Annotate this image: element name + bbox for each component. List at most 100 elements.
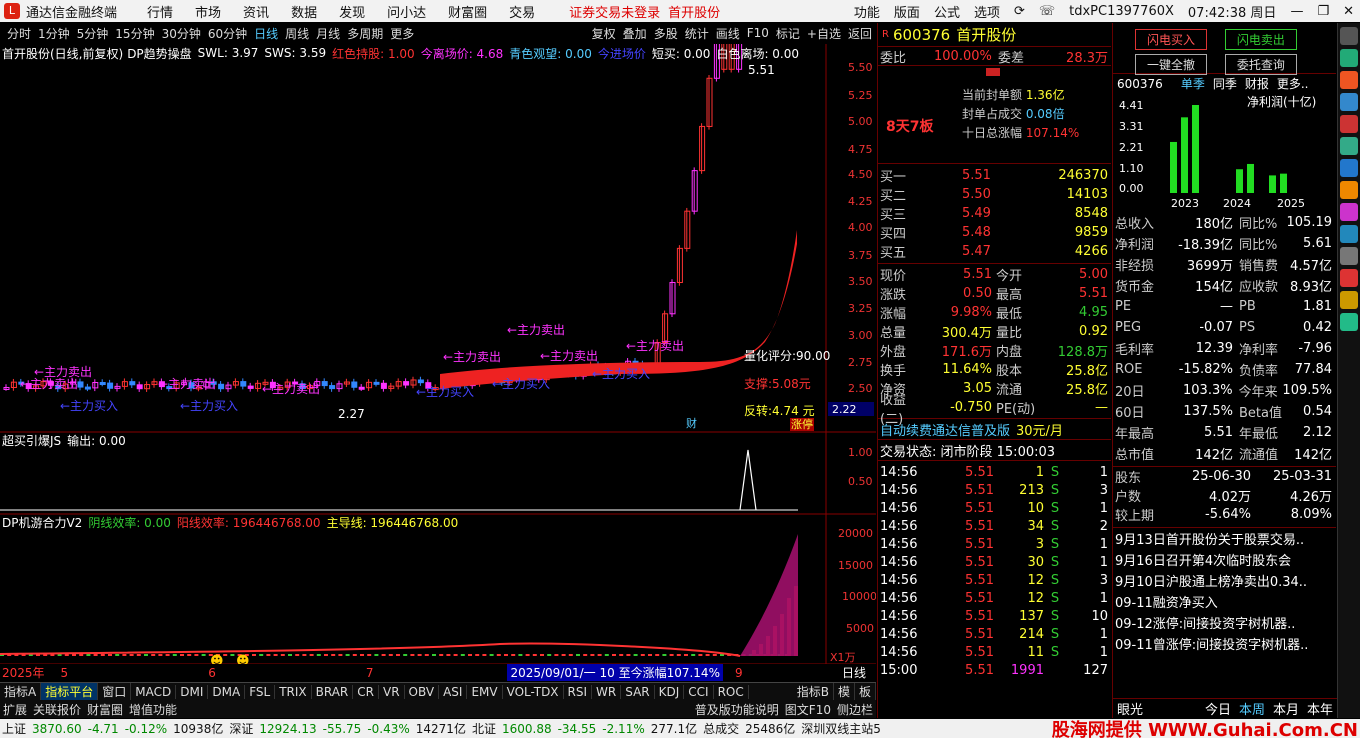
close-icon[interactable]: ✕ [1343,4,1354,19]
tool-huaxian[interactable]: 画线 [716,25,740,42]
tab-rsi[interactable]: RSI [564,684,593,699]
tool-icon[interactable] [1340,247,1358,265]
refresh-icon[interactable]: ⟳ [1014,4,1025,19]
news-item[interactable]: 9月10日沪股通上榜净卖出0.34.. [1113,570,1336,591]
tool-icon[interactable] [1340,27,1358,45]
tab-sidebar[interactable]: 侧边栏 [834,701,876,718]
tool-f10[interactable]: F10 [747,26,769,40]
menu-caifuquan[interactable]: 财富圈 [448,2,487,21]
restore-icon[interactable]: ❐ [1317,4,1329,19]
tab-ban[interactable]: 板 [855,683,876,700]
menu-hangqing[interactable]: 行情 [147,2,173,21]
tab-macd[interactable]: MACD [131,684,177,699]
period-daily[interactable]: 日线 [254,25,278,42]
menu-zixun[interactable]: 资讯 [243,2,269,21]
fin-tab-report[interactable]: 财报 [1245,75,1269,92]
tab-dmi[interactable]: DMI [176,684,209,699]
tab-brar[interactable]: BRAR [312,684,354,699]
fin-tab-quarter[interactable]: 单季 [1181,75,1205,92]
flash-buy-button[interactable]: 闪电买入 [1135,29,1207,50]
tab-wr[interactable]: WR [592,684,622,699]
tool-zixuan[interactable]: +自选 [807,25,841,42]
tab-asi[interactable]: ASI [439,684,468,699]
login-warning[interactable]: 证券交易未登录 [569,2,660,21]
server-name[interactable]: 深圳双线主站5 [801,720,881,737]
fin-tab-same[interactable]: 同季 [1213,75,1237,92]
period-30min[interactable]: 30分钟 [162,25,201,42]
flash-sell-button[interactable]: 闪电卖出 [1224,29,1297,50]
tool-tongji[interactable]: 统计 [685,25,709,42]
period-weekly[interactable]: 周线 [285,25,309,42]
tab-trix[interactable]: TRIX [275,684,312,699]
ind1-title[interactable]: 超买引爆JS [2,432,61,449]
tab-guide[interactable]: 普及版功能说明 [692,701,782,718]
menu-shichang[interactable]: 市场 [195,2,221,21]
menu-gongshi[interactable]: 公式 [934,2,960,21]
tool-icon[interactable] [1340,137,1358,155]
tool-icon[interactable] [1340,269,1358,287]
tab-indicator-a[interactable]: 指标A [0,683,42,700]
news-item[interactable]: 9月13日首开股份关于股票交易.. [1113,528,1336,549]
tab-emv[interactable]: EMV [467,684,503,699]
kline-chart[interactable]: 5.50 5.25 5.00 4.75 4.50 4.25 4.00 3.75 … [0,44,876,664]
news-title[interactable]: 09-12涨停:间接投资字树机器.. [1113,613,1295,632]
tool-icon[interactable] [1340,225,1358,243]
order-query-button[interactable]: 委托查询 [1224,54,1297,75]
tab-obv[interactable]: OBV [405,684,440,699]
bid-row[interactable]: 买二 5.50 14103 [878,185,1111,204]
tab-f10[interactable]: 图文F10 [782,701,834,718]
period-monthly[interactable]: 月线 [316,25,340,42]
period-5min[interactable]: 5分钟 [77,25,109,42]
period-15min[interactable]: 15分钟 [115,25,154,42]
minimize-icon[interactable]: — [1290,4,1303,19]
ad-row[interactable]: 自动续费通达信普及版 30元/月 [878,419,1111,440]
news-title[interactable]: 9月13日首开股份关于股票交易.. [1113,529,1304,548]
tab-cr[interactable]: CR [353,684,379,699]
menu-faxian[interactable]: 发现 [339,2,365,21]
tool-icon[interactable] [1340,71,1358,89]
period-more[interactable]: 更多 [390,25,414,42]
tool-icon[interactable] [1340,49,1358,67]
menu-wenxiaoda[interactable]: 问小达 [387,2,426,21]
tool-icon[interactable] [1340,313,1358,331]
tab-extend[interactable]: 扩展 [0,701,30,718]
news-item[interactable]: 09-12涨停:间接投资字树机器.. [1113,612,1336,633]
bid-row[interactable]: 买一 5.51 246370 [878,166,1111,185]
tab-mo[interactable]: 模 [834,683,855,700]
tool-icon[interactable] [1340,203,1358,221]
tool-duogu[interactable]: 多股 [654,25,678,42]
tool-icon[interactable] [1340,93,1358,111]
tab-indicator-b[interactable]: 指标B [793,683,834,700]
cancel-all-button[interactable]: 一键全撤 [1135,54,1207,75]
tab-fsl[interactable]: FSL [245,684,276,699]
news-item[interactable]: 9月16日召开第4次临时股东会 [1113,549,1336,570]
news-item[interactable]: 09-11融资净买入 [1113,591,1336,612]
menu-gongneng[interactable]: 功能 [854,2,880,21]
freq-label[interactable]: 日线 [842,664,866,681]
tab-sar[interactable]: SAR [621,684,655,699]
period-1min[interactable]: 1分钟 [38,25,70,42]
ind2-title[interactable]: DP机游合力V2 [2,514,82,531]
ad-text[interactable]: 自动续费通达信普及版 [878,420,1010,439]
tab-window[interactable]: 窗口 [98,683,132,700]
tool-icon[interactable] [1340,181,1358,199]
news-title[interactable]: 9月16日召开第4次临时股东会 [1113,550,1291,569]
tab-platform[interactable]: 指标平台 [41,683,99,700]
tool-icon[interactable] [1340,291,1358,309]
tab-roc[interactable]: ROC [714,684,749,699]
news-title[interactable]: 9月10日沪股通上榜净卖出0.34.. [1113,571,1307,590]
tool-fuquan[interactable]: 复权 [592,25,616,42]
fin-tab-more[interactable]: 更多.. [1277,75,1309,92]
tool-biaoji[interactable]: 标记 [776,25,800,42]
period-fenshi[interactable]: 分时 [7,25,31,42]
tool-icon[interactable] [1340,159,1358,177]
menu-jiaoyi[interactable]: 交易 [509,2,535,21]
tool-icon[interactable] [1340,115,1358,133]
menu-banmian[interactable]: 版面 [894,2,920,21]
period-multi[interactable]: 多周期 [347,25,383,42]
menu-xuanxiang[interactable]: 选项 [974,2,1000,21]
tick-list[interactable]: 14:56 5.51 1 S 1 14:56 5.51 213 S 3 14:56 5.51 10 S 1 1… [878,461,1111,679]
menu-shuju[interactable]: 数据 [291,2,317,21]
bid-row[interactable]: 买五 5.47 4266 [878,242,1111,261]
bid-row[interactable]: 买三 5.49 8548 [878,204,1111,223]
